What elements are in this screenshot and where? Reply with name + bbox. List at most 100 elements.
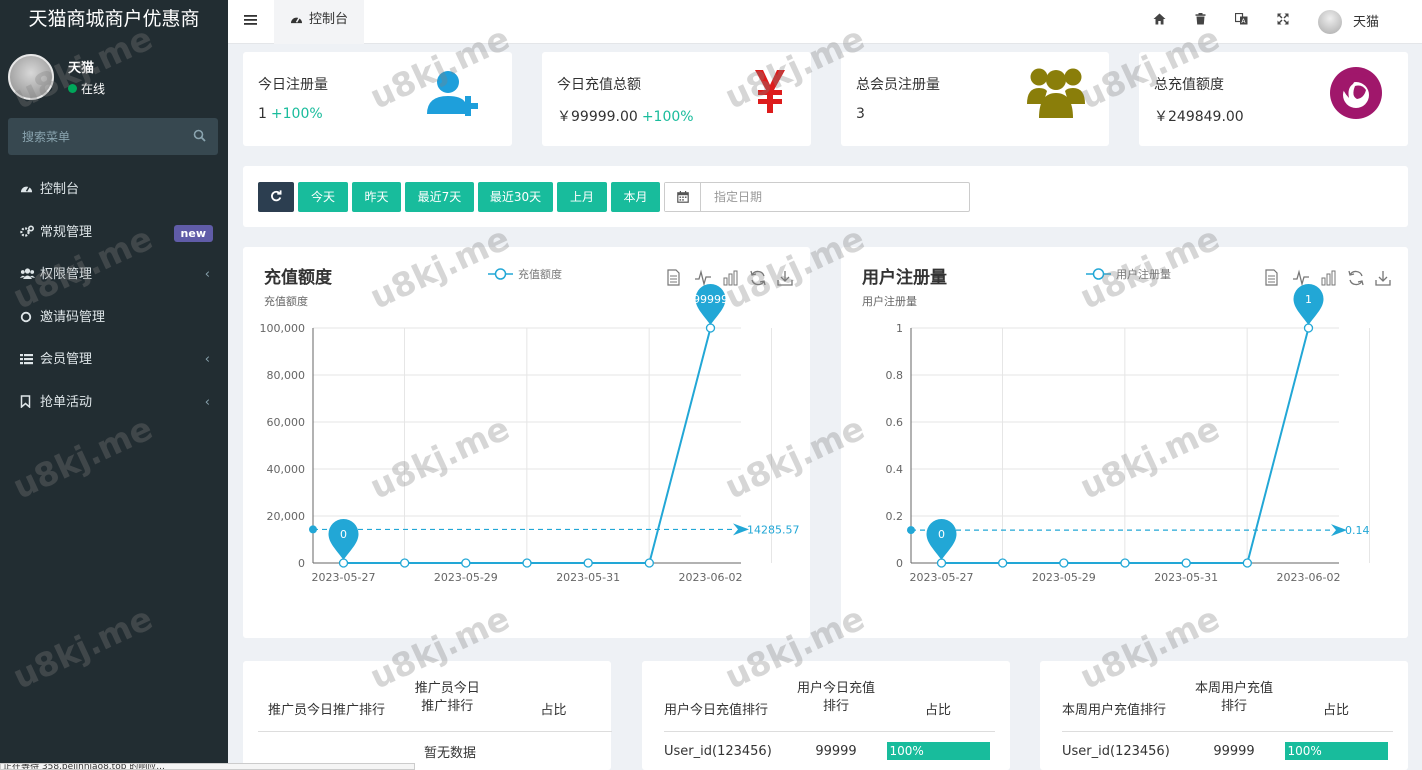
sidebar-item-general[interactable]: 常规管理 new xyxy=(0,212,228,255)
average-line-label: 0.14 xyxy=(1345,524,1370,537)
sidebar-item-invite-codes[interactable]: 邀请码管理 xyxy=(0,297,228,340)
x-tick-label: 2023-05-29 xyxy=(434,571,498,584)
data-point[interactable] xyxy=(1242,558,1252,568)
home-icon[interactable] xyxy=(1153,13,1166,29)
column-header: 用户今日充值排行 xyxy=(791,661,881,732)
data-point[interactable] xyxy=(1120,558,1130,568)
data-point[interactable] xyxy=(644,558,654,568)
table-card-user-today-recharge: 用户今日充值排行 用户今日充值 排行 占比 User_id(123456) 999… xyxy=(642,661,1010,770)
bar-chart-icon[interactable] xyxy=(723,270,738,286)
filter-last7-button[interactable]: 最近7天 xyxy=(405,182,474,212)
menu-search-input[interactable] xyxy=(8,118,218,155)
sidebar-item-label: 会员管理 xyxy=(40,352,93,367)
chart-card-recharge: 充值额度 充值额度 充值额度 0 20,000 40,000 60,000 80,000 100… xyxy=(243,247,810,638)
sidebar-item-label: 抢单活动 xyxy=(40,394,93,410)
data-point[interactable] xyxy=(583,558,593,568)
average-line-start xyxy=(907,526,915,535)
download-icon[interactable] xyxy=(1375,271,1391,286)
percent-cell: 100% xyxy=(1279,731,1393,770)
sidebar-item-permissions[interactable]: 权限管理 ‹ xyxy=(0,254,228,297)
cogs-icon xyxy=(20,214,40,257)
filter-last30-button[interactable]: 最近30天 xyxy=(478,182,553,212)
stat-value: ￥99999.00 +100% xyxy=(557,106,694,126)
user-today-recharge-table: 用户今日充值排行 用户今日充值 排行 占比 User_id(123456) 999… xyxy=(664,661,995,770)
table-row: User_id(123456) 99999 100% xyxy=(1062,731,1393,770)
trash-icon[interactable] xyxy=(1195,13,1206,29)
chart-subtitle: 充值额度 xyxy=(264,294,308,308)
data-view-icon[interactable] xyxy=(667,269,680,286)
column-header: 用户今日充值排行 xyxy=(664,661,791,732)
download-icon[interactable] xyxy=(777,271,793,286)
data-view-icon[interactable] xyxy=(1265,269,1278,286)
restore-icon[interactable] xyxy=(750,270,766,286)
registrations-line-chart: 用户注册量用户注册量用户注册量00.20.40.60.812023-05-27 2… xyxy=(862,267,1391,584)
data-point[interactable] xyxy=(400,558,410,568)
filter-today-button[interactable]: 今天 xyxy=(298,182,348,212)
filter-this-month-button[interactable]: 本月 xyxy=(611,182,660,212)
bar-chart-icon[interactable] xyxy=(1321,270,1336,286)
stat-card-total-members: 总会员注册量 3 xyxy=(841,52,1109,146)
stat-value: ￥249849.00 xyxy=(1154,106,1248,126)
mark-point-label: 0 xyxy=(938,528,945,541)
data-point[interactable] xyxy=(338,558,349,568)
fullscreen-icon[interactable] xyxy=(1277,13,1289,29)
data-point[interactable] xyxy=(998,558,1008,568)
header-line: 排行 xyxy=(1220,698,1247,714)
legend-item[interactable]: 用户注册量 xyxy=(1116,267,1171,281)
date-input[interactable] xyxy=(702,183,968,211)
stat-number: ￥99999.00 xyxy=(557,109,638,125)
tab-dashboard[interactable]: 控制台 xyxy=(274,0,365,44)
refresh-icon xyxy=(271,190,282,202)
data-point[interactable] xyxy=(705,323,716,333)
filter-last-month-button[interactable]: 上月 xyxy=(557,182,607,212)
sidebar-item-grab-orders[interactable]: 抢单活动 ‹ xyxy=(0,382,228,425)
line-chart-icon[interactable] xyxy=(1293,269,1309,287)
translate-icon[interactable]: A xyxy=(1234,12,1248,29)
sidebar-toggle-icon[interactable] xyxy=(244,14,257,30)
user-id-cell: User_id(123456) xyxy=(664,743,772,759)
y-tick-label: 80,000 xyxy=(267,369,306,382)
calendar-icon[interactable] xyxy=(665,183,701,211)
sidebar: 天猫商城商户优惠商 天猫 在线 控制台 常规管理 new 权限管理 ‹ 邀请码管… xyxy=(0,0,228,770)
stat-label: 今日注册量 xyxy=(258,77,328,93)
sidebar-item-label: 邀请码管理 xyxy=(40,309,106,325)
sidebar-item-members[interactable]: 会员管理 ‹ xyxy=(0,339,228,382)
filter-yesterday-button[interactable]: 昨天 xyxy=(352,182,401,212)
refresh-button[interactable] xyxy=(258,182,294,212)
header-line: 用户今日充值 xyxy=(796,680,875,696)
restore-icon[interactable] xyxy=(1348,270,1364,286)
column-header: 占比 xyxy=(1279,661,1393,732)
user-panel: 天猫 在线 xyxy=(0,40,228,112)
line-chart-icon[interactable] xyxy=(695,269,711,287)
data-point[interactable] xyxy=(1303,323,1314,333)
data-point[interactable] xyxy=(936,558,947,568)
column-header-text: 本周用户充值 排行 xyxy=(1195,681,1273,714)
menu-search xyxy=(8,118,218,155)
weekly-recharge-table: 本周用户充值排行 本周用户充值 排行 占比 User_id(123456) 999… xyxy=(1062,661,1393,770)
chevron-left-icon: ‹ xyxy=(204,394,210,410)
group-icon xyxy=(20,256,40,299)
header-line: 推广员今日 xyxy=(414,680,480,696)
data-point[interactable] xyxy=(461,558,471,568)
stat-label: 总充值额度 xyxy=(1154,77,1224,93)
sidebar-item-dashboard[interactable]: 控制台 xyxy=(0,169,228,212)
percent-cell: 100% xyxy=(881,731,995,770)
search-icon[interactable] xyxy=(193,129,206,146)
y-tick-label: 0.4 xyxy=(886,463,904,476)
column-header: 本周用户充值排行 xyxy=(1189,661,1279,732)
data-point[interactable] xyxy=(1059,558,1069,568)
data-point[interactable] xyxy=(1181,558,1191,568)
date-filter-bar: 今天 昨天 最近7天 最近30天 上月 本月 xyxy=(243,166,1408,227)
user-plus-icon xyxy=(427,71,478,116)
y-tick-label: 0 xyxy=(896,557,903,570)
mark-point-label: 1 xyxy=(1305,293,1312,306)
dashboard-icon xyxy=(20,171,40,214)
data-point[interactable] xyxy=(522,558,532,568)
legend-item[interactable]: 充值额度 xyxy=(518,267,562,281)
chevron-left-icon: ‹ xyxy=(204,352,210,367)
average-line-label: 14285.57 xyxy=(747,523,800,536)
app-title[interactable]: 天猫商城商户优惠商 xyxy=(0,0,228,40)
y-tick-label: 0.6 xyxy=(886,416,904,429)
dashboard-icon xyxy=(290,17,303,24)
date-picker xyxy=(664,182,970,212)
